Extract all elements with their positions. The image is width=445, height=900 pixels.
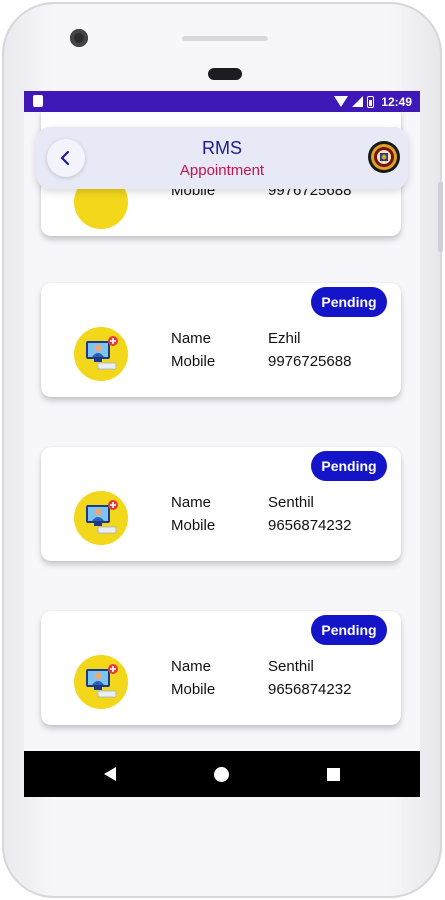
name-label: Name xyxy=(171,330,212,347)
mobile-label: Mobile xyxy=(171,517,216,534)
status-badge[interactable]: Pending xyxy=(311,615,387,645)
status-bar: 12:49 xyxy=(24,91,420,112)
app-screen: 12:49 Mobile 9976725688 Pending Name Ezh… xyxy=(24,91,420,797)
page-title: RMS xyxy=(202,138,242,158)
mobile-label: Mobile xyxy=(171,681,216,698)
appointment-card[interactable]: Pending Name Senthil Mobile 9656874232 xyxy=(41,447,401,561)
status-badge[interactable]: Pending xyxy=(311,287,387,317)
wifi-icon xyxy=(334,96,349,107)
name-value: Senthil xyxy=(268,494,314,511)
doctor-consult-icon xyxy=(74,491,128,545)
name-label: Name xyxy=(171,658,212,675)
android-nav-bar xyxy=(24,751,420,797)
doctor-consult-icon xyxy=(74,655,128,709)
doctor-consult-icon xyxy=(74,327,128,381)
name-value: Senthil xyxy=(268,658,314,675)
mobile-value: 9656874232 xyxy=(268,681,352,698)
battery-icon xyxy=(367,95,375,108)
nav-recents-icon[interactable] xyxy=(327,768,340,781)
app-header: RMS Appointment xyxy=(36,127,408,189)
mobile-value: 9656874232 xyxy=(268,517,352,534)
nav-home-icon[interactable] xyxy=(214,767,229,782)
status-badge[interactable]: Pending xyxy=(311,451,387,481)
notification-icon xyxy=(33,95,43,107)
proximity-sensor xyxy=(208,68,242,80)
mobile-label: Mobile xyxy=(171,353,216,370)
appointment-card[interactable]: Pending Name Senthil Mobile 9656874232 xyxy=(41,611,401,725)
name-value: Ezhil xyxy=(268,330,301,347)
appointment-list[interactable]: Mobile 9976725688 Pending Name Ezhil Mob… xyxy=(24,112,420,751)
power-button xyxy=(438,182,443,252)
emblem-icon xyxy=(368,141,400,173)
name-label: Name xyxy=(171,494,212,511)
status-time: 12:49 xyxy=(381,94,412,109)
mobile-value: 9976725688 xyxy=(268,353,352,370)
appointment-card[interactable]: Pending Name Ezhil Mobile 9976725688 xyxy=(41,283,401,397)
nav-back-icon[interactable] xyxy=(104,767,116,781)
page-subtitle: Appointment xyxy=(179,162,265,179)
front-camera xyxy=(70,29,88,47)
earpiece xyxy=(182,36,268,41)
signal-icon xyxy=(352,96,364,107)
